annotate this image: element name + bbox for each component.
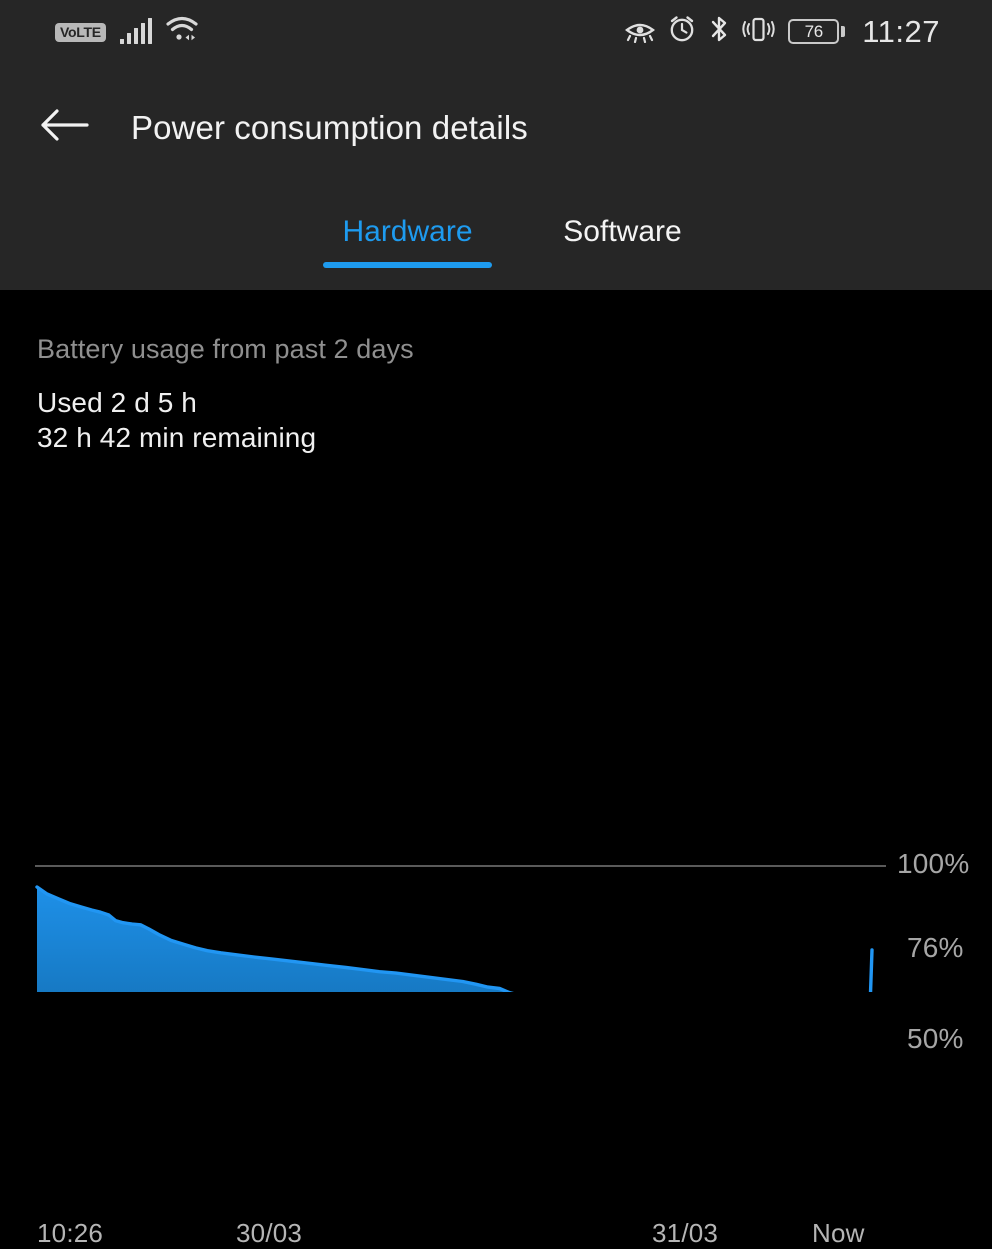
page-title: Power consumption details (131, 109, 528, 146)
phone-screen: VoLTE 76 11:27 Power consumption details… (0, 0, 992, 1248)
app-header: Power consumption details (0, 70, 992, 185)
status-bar-right: 76 11:27 (625, 14, 940, 49)
back-button[interactable] (38, 98, 92, 152)
y-axis-label-100: 100% (897, 848, 970, 879)
remaining-time-label: 32 h 42 min remaining (37, 422, 317, 453)
vibrate-icon (742, 14, 775, 49)
battery-chart-svg (35, 865, 886, 992)
tab-active-indicator (323, 262, 492, 268)
x-axis-label-3003: 30/03 (236, 1218, 303, 1248)
tab-hardware[interactable]: Hardware (300, 196, 515, 268)
battery-usage-subhead: Battery usage from past 2 days (37, 334, 414, 364)
top-chrome: VoLTE 76 11:27 Power consumption details… (0, 0, 992, 290)
status-bar-clock: 11:27 (862, 14, 940, 49)
alarm-icon (668, 15, 696, 48)
used-time-label: Used 2 d 5 h (37, 387, 197, 418)
battery-chart: 100% 76% 50% 10:26 30/03 31/03 Now (0, 530, 992, 1248)
wifi-icon (166, 16, 200, 48)
tab-software[interactable]: Software (515, 196, 730, 268)
back-arrow-icon (41, 109, 89, 141)
status-bar-left: VoLTE (55, 16, 200, 48)
eye-comfort-icon (625, 16, 656, 48)
x-axis-label-start: 10:26 (37, 1218, 104, 1248)
battery-icon: 76 (788, 19, 846, 44)
y-axis-label-50: 50% (907, 1023, 964, 1054)
tab-bar: Hardware Software (0, 196, 992, 290)
chart-area-fill (37, 887, 508, 992)
signal-bars-icon (119, 18, 153, 44)
battery-level-label: 76 (804, 22, 824, 41)
bluetooth-icon (709, 14, 729, 49)
x-axis-label-3103: 31/03 (652, 1218, 719, 1248)
content-area: Battery usage from past 2 days Used 2 d … (0, 290, 992, 1248)
status-bar: VoLTE 76 11:27 (0, 0, 992, 70)
x-axis-label-now: Now (812, 1218, 865, 1248)
y-axis-label-76: 76% (907, 932, 964, 963)
volte-badge-icon: VoLTE (55, 22, 106, 42)
